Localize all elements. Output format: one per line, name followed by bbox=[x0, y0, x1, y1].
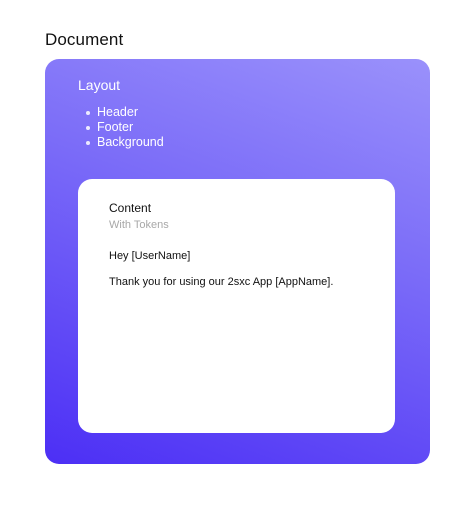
layout-list: Header Footer Background bbox=[78, 105, 164, 150]
layout-item-label: Footer bbox=[97, 120, 134, 134]
layout-item-header: Header bbox=[78, 105, 164, 120]
content-title: Content bbox=[109, 201, 152, 215]
content-card: Content With Tokens Hey [UserName] Thank… bbox=[78, 179, 395, 433]
content-subtitle: With Tokens bbox=[109, 219, 169, 231]
layout-title: Layout bbox=[78, 77, 121, 93]
layout-item-label: Background bbox=[97, 135, 164, 149]
layout-item-label: Header bbox=[97, 105, 138, 119]
layout-panel: Layout Header Footer Background Content … bbox=[45, 59, 430, 464]
layout-item-footer: Footer bbox=[78, 120, 164, 135]
bullet-icon bbox=[86, 111, 90, 115]
page: Document Layout Header Footer Background… bbox=[0, 0, 475, 523]
content-message: Thank you for using our 2sxc App [AppNam… bbox=[109, 276, 334, 288]
bullet-icon bbox=[86, 141, 90, 145]
document-title: Document bbox=[45, 30, 124, 49]
bullet-icon bbox=[86, 126, 90, 130]
content-greeting: Hey [UserName] bbox=[109, 250, 191, 262]
layout-item-background: Background bbox=[78, 135, 164, 150]
